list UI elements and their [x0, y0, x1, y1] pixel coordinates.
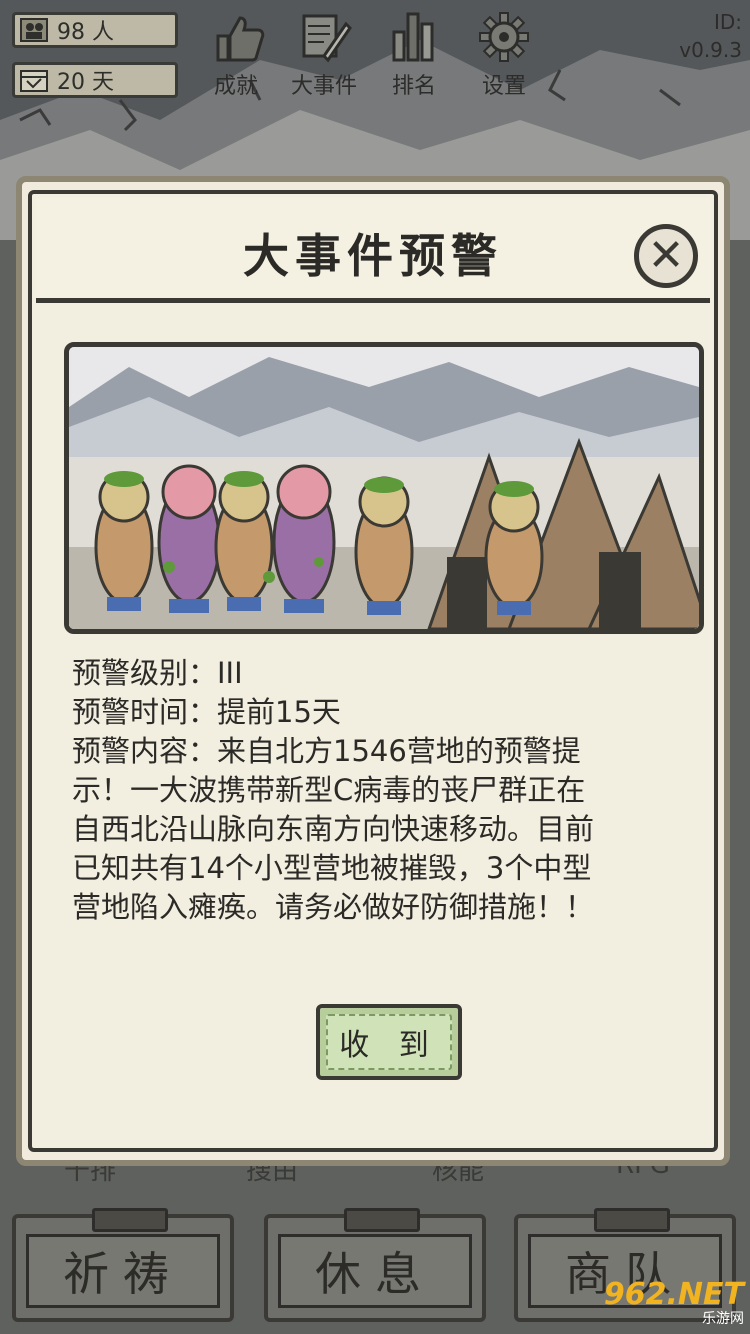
settings-button[interactable]: 设置 [464, 10, 544, 100]
id-label: ID: [713, 10, 742, 34]
version-info: ID: v0.9.3 [679, 8, 742, 64]
ranking-button[interactable]: 排名 [374, 10, 454, 100]
zombie-horde-illustration [69, 347, 699, 629]
population-value: 98 人 [57, 20, 114, 45]
button-tab [594, 1208, 670, 1232]
button-tab [344, 1208, 420, 1232]
rest-button[interactable]: 休息 [264, 1208, 486, 1322]
people-icon [20, 18, 48, 42]
event-illustration [64, 342, 704, 634]
days-counter: 20 天 [12, 62, 178, 98]
major-events-button[interactable]: 大事件 [284, 10, 364, 100]
dialog-frame: 大事件预警 ✕ 预警级别：III 预警时间：提前15天 预警内容：来自北方154… [28, 190, 718, 1152]
warning-content-line: 预警内容：来自北方1546营地的预警提 [72, 734, 581, 768]
event-warning-dialog: 大事件预警 ✕ 预警级别：III 预警时间：提前15天 预警内容：来自北方154… [16, 176, 730, 1166]
close-button[interactable]: ✕ [634, 224, 698, 288]
achievements-button[interactable]: 成就 [196, 10, 276, 100]
rest-label: 休息 [315, 1247, 435, 1301]
population-counter: 98 人 [12, 12, 178, 48]
days-value: 20 天 [57, 70, 114, 95]
bar-ranking-icon [392, 12, 434, 62]
button-tab [92, 1208, 168, 1232]
thumbs-up-icon [216, 16, 265, 62]
warning-message: 预警级别：III 预警时间：提前15天 预警内容：来自北方1546营地的预警提 … [72, 654, 712, 927]
warning-time-line: 预警时间：提前15天 [72, 695, 341, 729]
site-watermark: 962.NET 乐游网 [604, 1277, 744, 1328]
watermark-brand: 962.NET [603, 1277, 744, 1312]
warning-content-line: 自西北沿山脉向东南方向快速移动。目前 [72, 812, 595, 846]
settings-label: 设置 [481, 74, 526, 99]
confirm-button[interactable]: 收 到 [316, 1004, 462, 1080]
calendar-icon [20, 70, 48, 92]
pray-button[interactable]: 祈祷 [12, 1208, 234, 1322]
close-icon: ✕ [647, 230, 685, 281]
gear-icon [479, 12, 529, 62]
confirm-label: 收 到 [339, 1028, 439, 1063]
warning-level-line: 预警级别：III [72, 656, 243, 690]
achievements-label: 成就 [213, 74, 258, 99]
dialog-title-bar: 大事件预警 ✕ [36, 198, 710, 303]
warning-content-line: 示！一大波携带新型C病毒的丧尸群正在 [72, 773, 586, 807]
scroll-quill-icon [302, 14, 352, 63]
version-label: v0.9.3 [679, 38, 742, 62]
pray-label: 祈祷 [63, 1247, 183, 1301]
watermark-sub: 乐游网 [702, 1311, 744, 1327]
warning-content-line: 已知共有14个小型营地被摧毁，3个中型 [72, 851, 592, 885]
warning-content-line: 营地陷入瘫痪。请务必做好防御措施！！ [72, 890, 595, 924]
major-events-label: 大事件 [290, 74, 357, 99]
ranking-label: 排名 [391, 74, 436, 99]
dialog-title: 大事件预警 [243, 229, 503, 283]
